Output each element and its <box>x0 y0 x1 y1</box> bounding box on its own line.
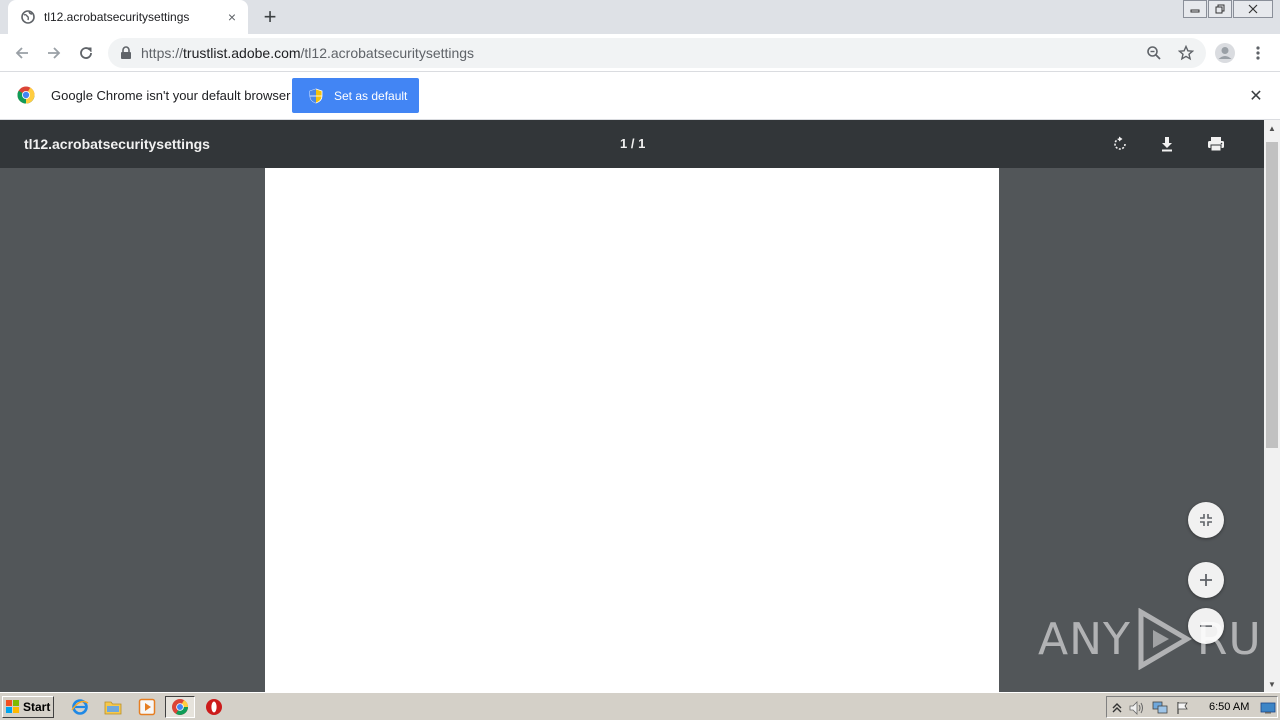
globe-icon <box>20 9 36 25</box>
close-icon[interactable]: × <box>224 9 240 25</box>
bookmark-star-icon[interactable] <box>1177 44 1195 62</box>
browser-toolbar: https://trustlist.adobe.com/tl12.acrobat… <box>0 34 1280 72</box>
uac-shield-icon <box>308 88 324 104</box>
windows-taskbar: Start 6:50 AM <box>0 692 1280 720</box>
anyrun-watermark: ANY RUN <box>1038 608 1280 670</box>
show-hidden-icons-icon[interactable] <box>1109 700 1125 716</box>
set-as-default-button[interactable]: Set as default <box>292 78 419 113</box>
url-text: https://trustlist.adobe.com/tl12.acrobat… <box>141 45 475 61</box>
explorer-icon[interactable] <box>101 696 125 718</box>
window-close-icon[interactable] <box>1233 0 1273 18</box>
restore-icon[interactable] <box>1208 0 1232 18</box>
play-logo-icon <box>1138 608 1192 670</box>
windows-flag-icon <box>6 700 20 714</box>
chrome-icon[interactable] <box>165 696 195 718</box>
volume-icon[interactable] <box>1129 700 1145 716</box>
action-center-flag-icon[interactable] <box>1175 700 1191 716</box>
media-player-icon[interactable] <box>135 696 159 718</box>
download-icon[interactable] <box>1155 132 1179 156</box>
pdf-page-sheet <box>265 168 999 692</box>
infobar-message: Google Chrome isn't your default browser <box>51 88 291 103</box>
address-bar[interactable]: https://trustlist.adobe.com/tl12.acrobat… <box>108 38 1206 68</box>
system-tray: 6:50 AM <box>1106 696 1278 718</box>
scroll-up-icon[interactable]: ▲ <box>1264 120 1280 136</box>
reload-icon[interactable] <box>74 41 98 65</box>
network-icon[interactable] <box>1152 700 1168 716</box>
infobar-close-icon[interactable]: ✕ <box>1246 86 1266 106</box>
pdf-title: tl12.acrobatsecuritysettings <box>24 136 210 152</box>
rotate-icon[interactable] <box>1108 132 1132 156</box>
page-indicator: 1 / 1 <box>620 136 646 151</box>
profile-avatar-icon[interactable] <box>1213 41 1237 65</box>
start-button[interactable]: Start <box>2 696 54 718</box>
vertical-scrollbar[interactable]: ▲ ▼ <box>1264 120 1280 692</box>
minimize-icon[interactable] <box>1183 0 1207 18</box>
pdf-toolbar: tl12.acrobatsecuritysettings 1 / 1 <box>0 120 1264 168</box>
lock-icon[interactable] <box>120 46 134 60</box>
print-icon[interactable] <box>1204 132 1228 156</box>
tab-strip: tl12.acrobatsecuritysettings × + <box>0 0 1280 34</box>
taskbar-clock: 6:50 AM <box>1209 701 1250 713</box>
menu-icon[interactable] <box>1246 41 1270 65</box>
default-browser-infobar: Google Chrome isn't your default browser… <box>0 72 1280 120</box>
show-desktop-icon[interactable] <box>1260 700 1276 716</box>
zoom-icon[interactable] <box>1145 44 1163 62</box>
start-label: Start <box>23 700 51 714</box>
watermark-left-text: ANY <box>1038 613 1131 665</box>
set-as-default-label: Set as default <box>334 88 408 103</box>
ie-icon[interactable] <box>68 696 92 718</box>
tab-title: tl12.acrobatsecuritysettings <box>44 10 190 24</box>
browser-tab[interactable]: tl12.acrobatsecuritysettings × <box>8 0 248 34</box>
zoom-in-icon[interactable] <box>1188 562 1224 598</box>
back-icon[interactable] <box>10 41 34 65</box>
opera-icon[interactable] <box>202 696 226 718</box>
chrome-logo-icon <box>17 86 35 104</box>
fit-page-icon[interactable] <box>1188 502 1224 538</box>
scroll-down-icon[interactable]: ▼ <box>1264 676 1280 692</box>
forward-icon[interactable] <box>42 41 66 65</box>
scroll-thumb[interactable] <box>1266 142 1278 448</box>
new-tab-button[interactable]: + <box>258 5 282 29</box>
